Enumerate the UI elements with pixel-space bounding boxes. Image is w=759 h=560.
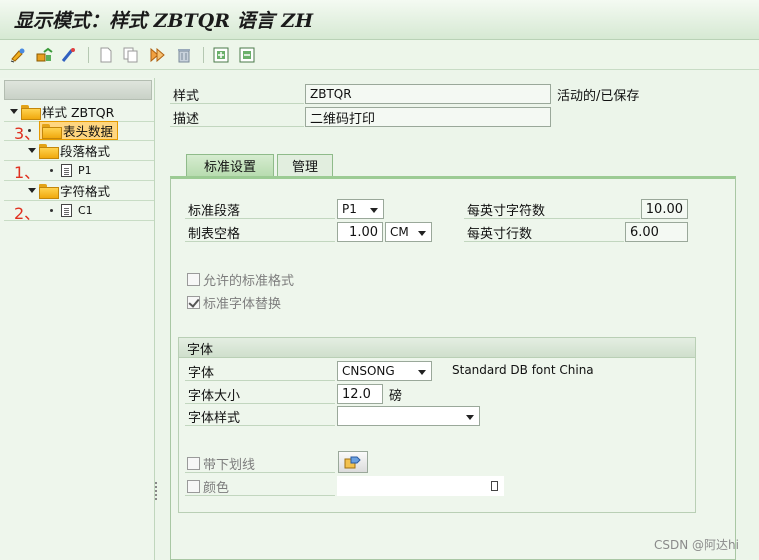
display-change-icon[interactable]: [9, 45, 29, 65]
bullet-icon: [50, 169, 53, 172]
tree-node-label: P1: [78, 164, 92, 177]
font-family-value: CNSONG: [342, 364, 395, 378]
status-text: 活动的/已保存: [557, 89, 640, 104]
activate-icon[interactable]: [59, 45, 79, 65]
tree-node-character-formats[interactable]: 字符格式: [28, 181, 110, 200]
font-family-dropdown[interactable]: CNSONG: [337, 361, 432, 381]
folder-icon: [39, 144, 59, 159]
underline-checkbox[interactable]: [187, 457, 200, 470]
expand-icon[interactable]: [211, 45, 231, 65]
description-field[interactable]: 二维码打印: [305, 107, 551, 127]
cpi-label: 每英寸字符数: [467, 204, 546, 219]
expand-triangle-icon[interactable]: [28, 188, 36, 193]
tab-standard-settings[interactable]: 标准设置: [186, 154, 274, 176]
font-style-dropdown[interactable]: [337, 406, 480, 426]
tab-spacing-unit: CM: [390, 225, 409, 239]
font-size-unit: 磅: [389, 389, 403, 404]
style-name-field[interactable]: ZBTQR: [305, 84, 551, 104]
bullet-icon: [50, 209, 53, 212]
lpi-label: 每英寸行数: [467, 227, 533, 242]
tree-node-root[interactable]: 样式 ZBTQR: [10, 102, 114, 121]
tree-node-label: 表头数据: [63, 124, 114, 139]
underline-details-button[interactable]: [338, 451, 368, 473]
cpi-field[interactable]: 10.00: [641, 199, 688, 219]
chevron-down-icon: [418, 370, 426, 375]
color-field[interactable]: [337, 476, 504, 496]
font-group-header: 字体: [179, 338, 695, 358]
annotation-number-3: 3、: [14, 124, 41, 143]
std-font-replace-checkbox[interactable]: [187, 296, 200, 309]
panel-splitter[interactable]: [155, 482, 157, 500]
tree-node-label: C1: [78, 204, 93, 217]
folder-icon: [39, 184, 59, 199]
execute-icon[interactable]: [148, 45, 168, 65]
tree-node-paragraph-formats[interactable]: 段落格式: [28, 141, 110, 160]
font-family-label: 字体: [188, 366, 215, 381]
tree-header: [4, 80, 152, 100]
tree-node-header-data[interactable]: 表头数据: [28, 121, 119, 140]
font-size-label: 字体大小: [188, 389, 241, 404]
style-tree-panel: 样式 ZBTQR 表头数据 段落格式 P1 字符格式 C1 3、 1、 2、: [0, 78, 155, 560]
font-family-description: Standard DB font China: [452, 363, 594, 377]
color-checkbox[interactable]: [187, 480, 200, 493]
description-label: 描述: [173, 112, 200, 127]
window-title: 显示模式：样式 ZBTQR 语言 ZH: [14, 10, 314, 32]
document-icon: [61, 164, 72, 177]
selected-node[interactable]: 表头数据: [39, 121, 119, 140]
arrow-right-icon: [344, 456, 361, 469]
color-label: 颜色: [203, 481, 230, 496]
delete-icon[interactable]: [174, 45, 194, 65]
annotation-number-1: 1、: [14, 163, 41, 182]
tab-spacing-field[interactable]: 1.00: [337, 222, 383, 242]
folder-icon: [21, 105, 41, 120]
tree-node-label: 字符格式: [60, 184, 111, 199]
std-paragraph-value: P1: [342, 202, 357, 216]
application-toolbar: [0, 40, 759, 70]
new-icon[interactable]: [96, 45, 116, 65]
tab-management[interactable]: 管理: [277, 154, 333, 176]
std-paragraph-label: 标准段落: [188, 204, 241, 219]
tree-node-label: 段落格式: [60, 144, 111, 159]
title-bar: 显示模式：样式 ZBTQR 语言 ZH: [0, 0, 759, 40]
font-group-title: 字体: [187, 343, 214, 358]
tree-node-label: 样式 ZBTQR: [42, 105, 115, 120]
tab-spacing-label: 制表空格: [188, 227, 241, 242]
style-label: 样式: [173, 89, 200, 104]
expand-triangle-icon[interactable]: [28, 148, 36, 153]
allowed-std-formats-checkbox[interactable]: [187, 273, 200, 286]
watermark: CSDN @阿达hi: [654, 538, 739, 552]
folder-icon: [42, 124, 62, 139]
tab-spacing-unit-dropdown[interactable]: CM: [385, 222, 432, 242]
annotation-number-2: 2、: [14, 204, 41, 223]
underline-label: 带下划线: [203, 458, 256, 473]
copy-icon[interactable]: [121, 45, 141, 65]
chevron-down-icon: [466, 415, 474, 420]
std-font-replace-label: 标准字体替换: [203, 297, 282, 312]
tree-node-c1[interactable]: C1: [50, 201, 93, 220]
tree-node-p1[interactable]: P1: [50, 161, 92, 180]
collapse-icon[interactable]: [237, 45, 257, 65]
font-style-label: 字体样式: [188, 411, 241, 426]
value-help-icon[interactable]: [491, 481, 498, 491]
std-paragraph-dropdown[interactable]: P1: [337, 199, 384, 219]
lpi-field[interactable]: 6.00: [625, 222, 688, 242]
document-icon: [61, 204, 72, 217]
allowed-std-formats-label: 允许的标准格式: [203, 274, 295, 289]
chevron-down-icon: [418, 231, 426, 236]
other-object-icon[interactable]: [34, 45, 54, 65]
chevron-down-icon: [370, 208, 378, 213]
expand-triangle-icon[interactable]: [10, 109, 18, 114]
font-size-field[interactable]: 12.0: [337, 384, 383, 404]
